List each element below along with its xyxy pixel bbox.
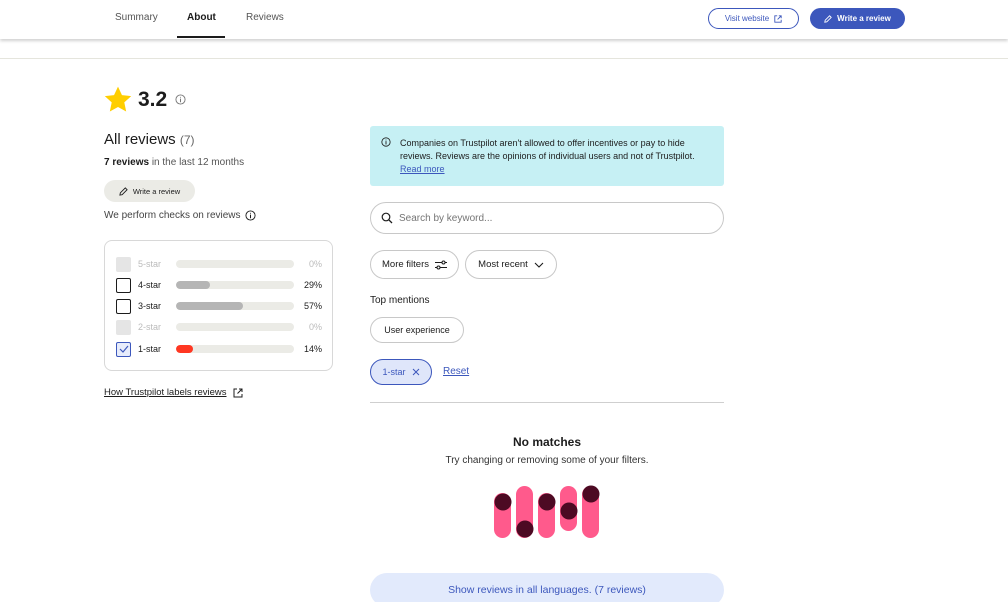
write-review-label: Write a review bbox=[837, 14, 891, 23]
more-filters-button[interactable]: More filters bbox=[370, 250, 459, 279]
how-trustpilot-labels-link[interactable]: How Trustpilot labels reviews bbox=[104, 387, 243, 398]
write-review-button[interactable]: Write a review bbox=[810, 8, 905, 29]
search-icon bbox=[381, 212, 393, 224]
overall-rating: 3.2 bbox=[104, 86, 186, 113]
tab-summary[interactable]: Summary bbox=[115, 12, 158, 23]
show-all-languages-label: Show reviews in all languages. (7 review… bbox=[448, 584, 646, 596]
star-filter-percent: 0% bbox=[308, 259, 322, 269]
empty-state-title: No matches bbox=[512, 435, 582, 449]
star-filter-percent: 29% bbox=[303, 280, 322, 290]
info-icon[interactable] bbox=[175, 94, 186, 105]
all-reviews-count: (7) bbox=[179, 133, 195, 147]
filters-divider bbox=[370, 402, 724, 403]
pencil-icon bbox=[824, 14, 832, 23]
header-divider bbox=[0, 58, 1008, 59]
mention-chip-user-experience[interactable]: User experience bbox=[370, 317, 464, 343]
external-link-icon bbox=[233, 388, 242, 397]
star-filter-label: 2-star bbox=[138, 322, 162, 332]
info-icon bbox=[381, 137, 391, 147]
write-review-secondary-label: Write a review bbox=[132, 186, 181, 196]
mention-chip-label: User experience bbox=[384, 325, 450, 335]
star-filter-label: 5-star bbox=[138, 259, 162, 269]
chevron-down-icon bbox=[534, 262, 544, 268]
star-distribution-bar bbox=[176, 302, 294, 310]
star-filter-checkbox[interactable] bbox=[116, 298, 131, 314]
all-reviews-label: All reviews bbox=[104, 131, 176, 148]
star-filter-label: 4-star bbox=[138, 280, 162, 290]
close-icon[interactable] bbox=[412, 368, 420, 376]
star-filter-checkbox[interactable] bbox=[116, 256, 131, 272]
star-filter-percent: 0% bbox=[308, 322, 322, 332]
star-filter-row[interactable]: 5-star 0% bbox=[116, 256, 322, 272]
star-filter-label: 1-star bbox=[138, 344, 162, 354]
star-filter-row[interactable]: 3-star 57% bbox=[116, 298, 322, 314]
star-distribution-fill bbox=[176, 281, 211, 289]
star-distribution-bar bbox=[176, 260, 294, 268]
star-filter-row[interactable]: 4-star 29% bbox=[116, 277, 322, 293]
star-filter-checkbox[interactable] bbox=[116, 319, 131, 335]
search-box[interactable] bbox=[370, 202, 724, 234]
review-period: 7 reviews in the last 12 months bbox=[104, 157, 244, 168]
empty-state-subtitle: Try changing or removing some of your fi… bbox=[445, 455, 649, 466]
sort-dropdown[interactable]: Most recent bbox=[465, 250, 557, 279]
visit-website-label: Visit website bbox=[724, 14, 770, 23]
star-distribution-bar bbox=[176, 281, 294, 289]
checks-text: We perform checks on reviews bbox=[104, 210, 241, 221]
star-filter-panel: 5-star 0% 4-star 29% 3-star 57% 2-star 0… bbox=[104, 240, 333, 371]
star-distribution-bar bbox=[176, 345, 294, 353]
top-nav: Summary About Reviews Visit website Writ… bbox=[0, 0, 1008, 39]
show-all-languages-button[interactable]: Show reviews in all languages. (7 review… bbox=[370, 573, 724, 602]
info-icon[interactable] bbox=[244, 210, 256, 221]
period-count: 7 reviews bbox=[104, 157, 150, 168]
write-review-secondary-button[interactable]: Write a review bbox=[104, 180, 195, 202]
tab-about[interactable]: About bbox=[187, 12, 216, 23]
period-text: in the last 12 months bbox=[149, 157, 245, 168]
star-filter-checkbox[interactable] bbox=[116, 341, 131, 357]
star-filter-percent: 57% bbox=[303, 301, 322, 311]
external-link-icon bbox=[774, 14, 782, 23]
star-filter-row[interactable]: 1-star 14% bbox=[116, 341, 322, 357]
star-filter-checkbox[interactable] bbox=[116, 277, 131, 293]
star-icon bbox=[104, 86, 132, 112]
sort-label: Most recent bbox=[478, 259, 528, 270]
review-checks: We perform checks on reviews bbox=[104, 210, 256, 221]
active-filter-label: 1-star bbox=[382, 367, 406, 377]
empty-state-illustration bbox=[494, 485, 600, 538]
star-distribution-fill bbox=[176, 302, 244, 310]
visit-website-button[interactable]: Visit website bbox=[708, 8, 799, 29]
active-tab-indicator bbox=[177, 36, 225, 38]
tab-reviews[interactable]: Reviews bbox=[246, 12, 284, 23]
checkmark-icon bbox=[119, 345, 128, 353]
star-filter-label: 3-star bbox=[138, 301, 162, 311]
all-reviews-heading: All reviews (7) bbox=[104, 131, 195, 148]
labels-link-text: How Trustpilot labels reviews bbox=[104, 387, 227, 398]
star-distribution-fill bbox=[176, 345, 193, 353]
pencil-icon bbox=[119, 186, 128, 196]
star-filter-row[interactable]: 2-star 0% bbox=[116, 319, 322, 335]
sliders-icon bbox=[434, 260, 447, 269]
star-distribution-bar bbox=[176, 323, 294, 331]
star-filter-percent: 14% bbox=[303, 344, 322, 354]
active-filter-chip[interactable]: 1-star bbox=[370, 359, 432, 385]
more-filters-label: More filters bbox=[382, 259, 429, 270]
top-mentions-title: Top mentions bbox=[370, 295, 430, 306]
reset-filters-link[interactable]: Reset bbox=[443, 366, 469, 377]
rating-value: 3.2 bbox=[138, 87, 168, 111]
read-more-link[interactable]: Read more bbox=[400, 164, 445, 174]
search-input[interactable] bbox=[399, 212, 699, 224]
incentive-notice: Companies on Trustpilot aren't allowed t… bbox=[370, 126, 724, 186]
notice-text: Companies on Trustpilot aren't allowed t… bbox=[400, 138, 695, 161]
